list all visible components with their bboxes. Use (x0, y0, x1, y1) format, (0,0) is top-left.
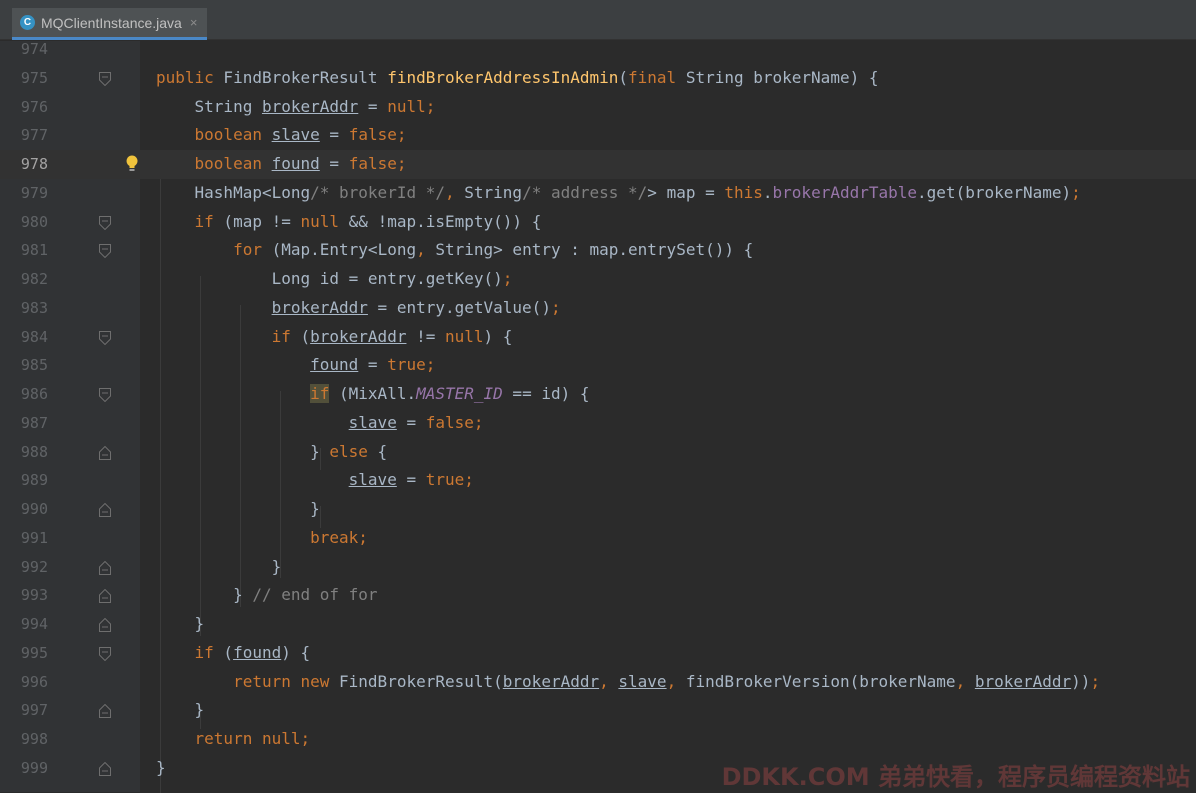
editor-tab-bar: C MQClientInstance.java × (0, 0, 1196, 40)
code-text: public FindBrokerResult findBrokerAddres… (156, 67, 879, 87)
lightbulb-icon[interactable] (126, 155, 138, 173)
line-number: 986 (20, 385, 48, 403)
code-line[interactable]: 988 } else { (0, 438, 1196, 467)
line-number: 991 (20, 528, 48, 547)
line-number: 988 (20, 442, 48, 461)
code-line[interactable]: 995 if (found) { (0, 639, 1196, 668)
code-line[interactable]: 981 for (Map.Entry<Long, String> entry :… (0, 236, 1196, 265)
fold-expand-icon[interactable] (99, 646, 111, 661)
code-line[interactable]: 974 (0, 35, 1196, 64)
line-number: 992 (20, 557, 48, 576)
code-line[interactable]: 977 boolean slave = false; (0, 121, 1196, 150)
code-line[interactable]: 991 break; (0, 524, 1196, 553)
code-text: } // end of for (156, 585, 378, 605)
fold-collapse-icon[interactable] (99, 761, 111, 776)
line-number: 984 (20, 327, 48, 346)
fold-expand-icon[interactable] (99, 215, 111, 230)
code-line[interactable]: 978 boolean found = false; (0, 150, 1196, 179)
code-line[interactable]: 982 Long id = entry.getKey(); (0, 265, 1196, 294)
watermark: DDKK.COM 弟弟快看，程序员编程资料站 (721, 763, 1190, 791)
code-text: slave = true; (348, 470, 474, 490)
fold-expand-icon[interactable] (99, 387, 111, 403)
line-number: 974 (20, 40, 48, 58)
fold-expand-icon[interactable] (99, 243, 111, 259)
code-line[interactable]: 996 return new FindBrokerResult(brokerAd… (0, 668, 1196, 697)
code-text: if (map != null && !map.isEmpty()) { (194, 211, 542, 231)
close-icon[interactable]: × (190, 15, 198, 30)
code-editor[interactable]: 974 975 public FindBrokerResult findBroker… (0, 40, 1196, 793)
line-number: 999 (20, 758, 48, 777)
code-text: boolean found = false; (194, 154, 407, 173)
line-number: 976 (20, 97, 48, 116)
line-number: 983 (20, 298, 48, 317)
line-number: 978 (20, 155, 48, 173)
code-text: if (found) { (194, 642, 311, 662)
line-number: 979 (20, 183, 48, 202)
line-number: 989 (20, 471, 48, 490)
line-number: 993 (20, 586, 48, 605)
code-line[interactable]: 998 return null; (0, 725, 1196, 754)
code-line[interactable]: 979 HashMap<Long/* brokerId */, String/*… (0, 179, 1196, 208)
code-text: break; (310, 527, 368, 547)
line-number: 996 (20, 672, 48, 691)
line-number: 985 (20, 356, 48, 375)
code-line[interactable]: 993 } // end of for (0, 581, 1196, 610)
code-text: } (156, 700, 205, 720)
code-text: HashMap<Long/* brokerId */, String/* add… (156, 182, 1081, 202)
code-line[interactable]: 975 public FindBrokerResult findBrokerAdd… (0, 64, 1196, 93)
code-text: } (156, 556, 282, 576)
code-text: String brokerAddr = null; (156, 96, 436, 116)
fold-collapse-icon[interactable] (99, 560, 111, 575)
code-text: } else { (156, 441, 388, 461)
fold-expand-icon[interactable] (99, 71, 111, 86)
code-text: return new FindBrokerResult(brokerAddr, … (233, 671, 1101, 691)
code-line[interactable]: 985 found = true; (0, 351, 1196, 380)
fold-collapse-icon[interactable] (99, 588, 111, 604)
fold-collapse-icon[interactable] (99, 445, 111, 460)
code-line[interactable]: 984 if (brokerAddr != null) { (0, 323, 1196, 352)
line-number: 980 (20, 212, 48, 231)
code-text: brokerAddr = entry.getValue(); (271, 297, 561, 317)
code-text: boolean slave = false; (194, 125, 407, 145)
line-number: 994 (20, 615, 48, 633)
line-number: 987 (20, 413, 48, 432)
code-text: } (156, 614, 205, 633)
code-text: if (brokerAddr != null) { (271, 326, 513, 346)
code-line[interactable]: 990 } (0, 495, 1196, 524)
code-text: if (MixAll.MASTER_ID == id) { (310, 384, 590, 403)
tab-title: MQClientInstance.java (41, 14, 182, 31)
line-number: 975 (20, 68, 48, 87)
line-number: 982 (20, 270, 48, 288)
code-text: found = true; (310, 355, 436, 375)
code-line[interactable]: 994 } (0, 610, 1196, 639)
code-text: } (156, 499, 320, 518)
code-text: slave = false; (348, 412, 484, 432)
fold-collapse-icon[interactable] (99, 502, 111, 517)
code-text: Long id = entry.getKey(); (156, 269, 513, 288)
fold-collapse-icon[interactable] (99, 703, 111, 719)
code-line[interactable]: 989 slave = true; (0, 466, 1196, 495)
java-class-icon: C (20, 15, 35, 30)
code-line[interactable]: 976 String brokerAddr = null; (0, 93, 1196, 122)
code-line[interactable]: 987 slave = false; (0, 409, 1196, 438)
fold-collapse-icon[interactable] (99, 617, 111, 632)
code-line[interactable]: 992 } (0, 553, 1196, 582)
code-text: return null; (194, 729, 311, 748)
fold-expand-icon[interactable] (99, 330, 111, 345)
line-number: 998 (20, 730, 48, 748)
line-number: 997 (20, 701, 48, 720)
line-number: 995 (20, 643, 48, 662)
code-line[interactable]: 997 } (0, 696, 1196, 725)
line-number: 990 (20, 500, 48, 518)
code-text: for (Map.Entry<Long, String> entry : map… (233, 240, 754, 260)
code-line[interactable]: 980 if (map != null && !map.isEmpty()) { (0, 208, 1196, 237)
code-line[interactable]: 986 if (MixAll.MASTER_ID == id) { (0, 380, 1196, 409)
code-text: } (156, 757, 166, 777)
line-number: 981 (20, 241, 48, 260)
line-number: 977 (20, 126, 48, 145)
code-line[interactable]: 983 brokerAddr = entry.getValue(); (0, 294, 1196, 323)
